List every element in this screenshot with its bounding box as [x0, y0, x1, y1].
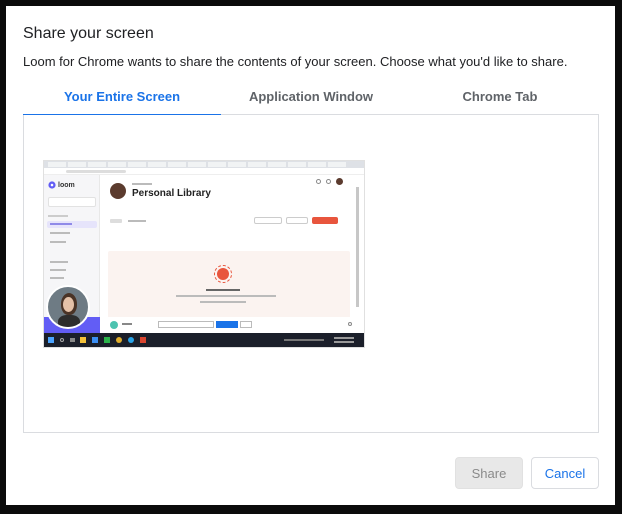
screen-list-panel: loom Personal Library — [23, 115, 599, 433]
thumb-browser-tabstrip — [44, 161, 364, 168]
thumb-webcam-bubble — [46, 285, 90, 329]
thumb-page-heading: Personal Library — [132, 188, 211, 199]
entire-screen-thumbnail[interactable]: loom Personal Library — [44, 161, 364, 347]
tab-chrome-tab[interactable]: Chrome Tab — [401, 88, 599, 115]
tab-application-window[interactable]: Application Window — [212, 88, 410, 115]
share-button[interactable]: Share — [455, 457, 523, 489]
thumb-recording-bar — [44, 317, 364, 333]
thumb-taskbar — [44, 333, 364, 347]
share-screen-dialog: Share your screen Loom for Chrome wants … — [6, 6, 615, 505]
loom-logo-icon — [48, 181, 56, 189]
dialog-title: Share your screen — [23, 25, 154, 42]
source-tabs: Your Entire Screen Application Window Ch… — [23, 88, 599, 116]
thumb-loom-logo: loom — [48, 181, 75, 189]
dialog-description: Loom for Chrome wants to share the conte… — [23, 54, 568, 69]
cancel-button[interactable]: Cancel — [531, 457, 599, 489]
tab-entire-screen[interactable]: Your Entire Screen — [23, 88, 221, 116]
thumb-main-content: Personal Library — [100, 175, 364, 327]
thumb-address-bar — [44, 168, 364, 175]
thumb-avatar — [110, 183, 126, 199]
